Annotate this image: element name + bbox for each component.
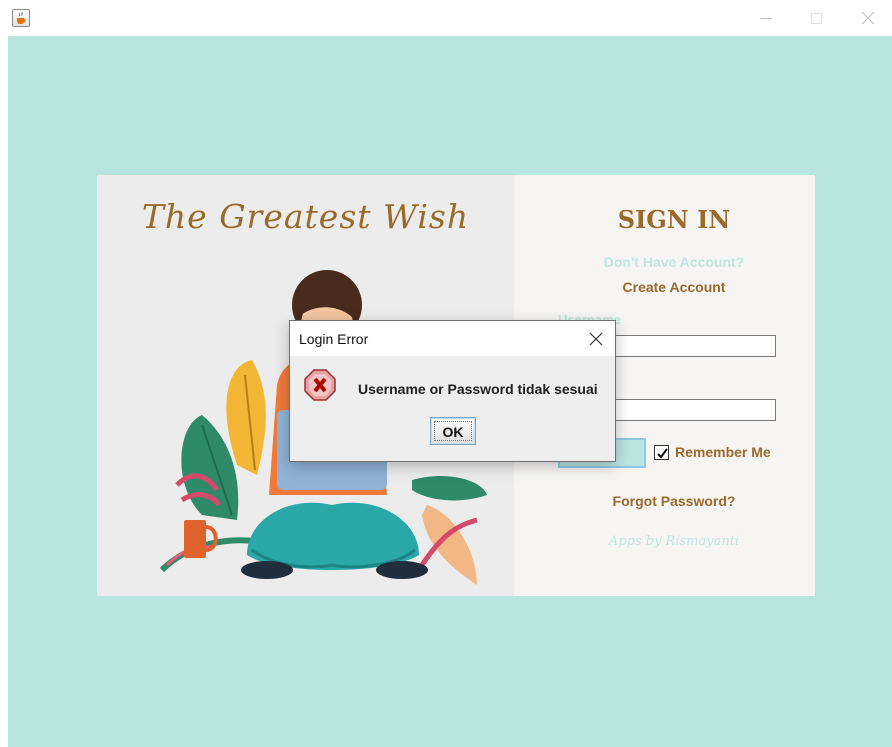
close-icon[interactable] bbox=[584, 327, 608, 351]
close-icon[interactable] bbox=[855, 6, 885, 30]
error-icon bbox=[304, 369, 336, 401]
window-titlebar bbox=[0, 0, 892, 36]
forgot-password-link[interactable]: Forgot Password? bbox=[514, 493, 834, 509]
login-error-dialog: Login Error Username or Password tidak s… bbox=[289, 320, 616, 462]
dialog-title: Login Error bbox=[299, 331, 369, 347]
create-account-link[interactable]: Create Account bbox=[514, 279, 834, 295]
app-title: The Greatest Wish bbox=[141, 197, 470, 236]
ok-button[interactable]: OK bbox=[430, 417, 476, 445]
app-credit: Apps by Rismayanti bbox=[608, 534, 740, 549]
no-account-text: Don't Have Account? bbox=[603, 254, 745, 270]
minimize-icon[interactable] bbox=[752, 6, 782, 30]
remember-me-checkbox[interactable]: Remember Me bbox=[654, 444, 771, 460]
maximize-icon[interactable] bbox=[803, 6, 833, 30]
remember-me-label: Remember Me bbox=[675, 444, 771, 460]
dialog-message: Username or Password tidak sesuai bbox=[358, 381, 598, 397]
checkbox-checked-icon[interactable] bbox=[654, 444, 669, 460]
dialog-titlebar: Login Error bbox=[290, 321, 615, 356]
java-cup-icon[interactable] bbox=[12, 9, 30, 27]
sign-in-heading: SIGN IN bbox=[617, 205, 731, 234]
